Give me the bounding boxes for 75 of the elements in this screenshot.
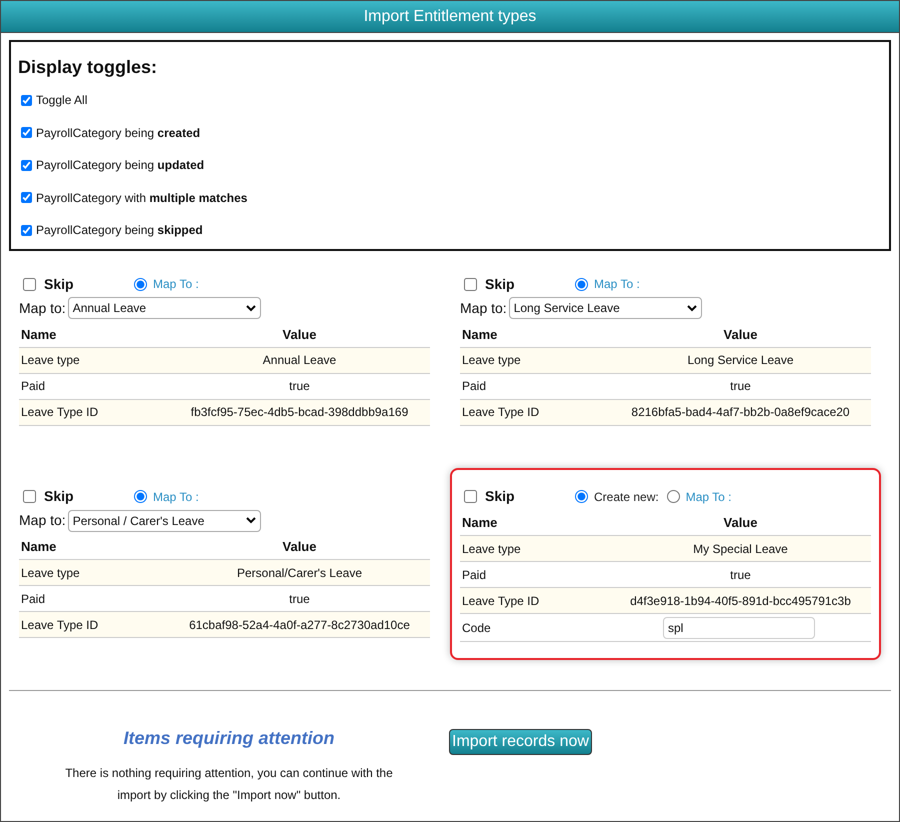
skip-label: Skip bbox=[44, 274, 75, 294]
table-cell: true bbox=[610, 373, 871, 399]
option-label[interactable]: Map To : bbox=[594, 275, 640, 293]
skip-checkbox[interactable] bbox=[464, 278, 477, 290]
table-cell: Leave type bbox=[19, 347, 169, 373]
table-cell: My Special Leave bbox=[610, 536, 871, 562]
code-field[interactable]: spl bbox=[663, 616, 815, 638]
column-header: Name bbox=[19, 322, 169, 347]
option-radio[interactable] bbox=[666, 490, 680, 503]
option-radio[interactable] bbox=[575, 278, 588, 290]
table-cell: Annual Leave bbox=[169, 347, 430, 373]
skip-label: Skip bbox=[44, 487, 75, 506]
option-label[interactable]: Map To : bbox=[153, 275, 199, 293]
toggle-label[interactable]: Toggle All bbox=[36, 91, 88, 110]
table-cell: Paid bbox=[460, 562, 610, 588]
table-cell: Leave Type ID bbox=[19, 612, 169, 638]
table-cell: Leave type bbox=[460, 347, 610, 373]
window-title: Import Entitlement types bbox=[364, 6, 536, 26]
table-cell: Leave type bbox=[460, 536, 610, 562]
map-to-select[interactable]: Personal / Carer's Leave bbox=[68, 510, 261, 532]
column-header: Value bbox=[169, 534, 430, 560]
toggle-checkbox[interactable] bbox=[21, 192, 32, 204]
chevron-icon bbox=[686, 304, 697, 312]
table-cell: Code bbox=[460, 614, 610, 642]
column-header: Name bbox=[460, 322, 610, 347]
table-cell: d4f3e918-1b94-40f5-891d-bcc495791c3b bbox=[610, 588, 871, 614]
toggle-label[interactable]: PayrollCategory being skipped bbox=[36, 221, 203, 240]
table-cell: Leave type bbox=[19, 560, 169, 586]
table-cell: Leave Type ID bbox=[460, 399, 610, 425]
option-label[interactable]: Map To : bbox=[153, 488, 199, 506]
column-header: Value bbox=[610, 322, 871, 347]
toggle-label[interactable]: PayrollCategory with multiple matches bbox=[36, 188, 248, 207]
table-cell: true bbox=[610, 562, 871, 588]
option-label[interactable]: Create new: bbox=[594, 488, 659, 506]
table-cell: true bbox=[169, 373, 430, 399]
chevron-icon bbox=[246, 517, 256, 524]
option-label[interactable]: Map To : bbox=[686, 488, 732, 506]
toggle-label[interactable]: PayrollCategory being updated bbox=[36, 156, 204, 174]
table-cell: Personal/Carer's Leave bbox=[169, 560, 430, 586]
table-cell: true bbox=[169, 586, 430, 612]
skip-label: Skip bbox=[485, 274, 516, 294]
chevron-icon bbox=[246, 304, 256, 312]
table-cell: Leave Type ID bbox=[460, 588, 610, 614]
table-cell: 8216bfa5-bad4-4af7-bb2b-0a8ef9cace20 bbox=[610, 399, 871, 425]
map-to-label: Map to: bbox=[460, 298, 507, 318]
skip-checkbox[interactable] bbox=[464, 490, 477, 503]
toggle-checkbox[interactable] bbox=[21, 160, 32, 171]
table-cell: 61cbaf98-52a4-4a0f-a277-8c2730ad10ce bbox=[169, 612, 430, 638]
option-radio[interactable] bbox=[134, 490, 147, 503]
toggles-heading: Display toggles: bbox=[18, 56, 158, 79]
toggle-checkbox[interactable] bbox=[21, 224, 32, 236]
toggle-checkbox[interactable] bbox=[21, 94, 32, 106]
column-header: Name bbox=[19, 534, 169, 560]
skip-checkbox[interactable] bbox=[23, 278, 36, 290]
table-cell: Paid bbox=[460, 373, 610, 399]
map-to-label: Map to: bbox=[19, 298, 66, 318]
skip-checkbox[interactable] bbox=[23, 490, 36, 503]
option-radio[interactable] bbox=[134, 278, 147, 290]
table-cell: Paid bbox=[19, 586, 169, 612]
column-header: Value bbox=[610, 510, 871, 536]
table-cell: Long Service Leave bbox=[610, 347, 871, 373]
toggle-checkbox[interactable] bbox=[21, 127, 32, 138]
toggle-label[interactable]: PayrollCategory being created bbox=[36, 124, 200, 142]
map-to-select[interactable]: Annual Leave bbox=[68, 297, 261, 319]
table-cell: Paid bbox=[19, 373, 169, 399]
table-cell: fb3fcf95-75ec-4db5-bcad-398ddbb9a169 bbox=[169, 399, 430, 425]
column-header: Name bbox=[460, 510, 610, 536]
column-header: Value bbox=[169, 322, 430, 347]
table-cell: Leave Type ID bbox=[19, 399, 169, 425]
map-to-label: Map to: bbox=[19, 511, 66, 530]
attention-heading: Items requiring attention bbox=[123, 727, 335, 750]
option-radio[interactable] bbox=[575, 490, 588, 503]
attention-message: There is nothing requiring attention, you can continue with the import by clicking the "Import now" button. bbox=[64, 765, 394, 804]
skip-label: Skip bbox=[485, 487, 516, 506]
map-to-select[interactable]: Long Service Leave bbox=[508, 297, 702, 319]
